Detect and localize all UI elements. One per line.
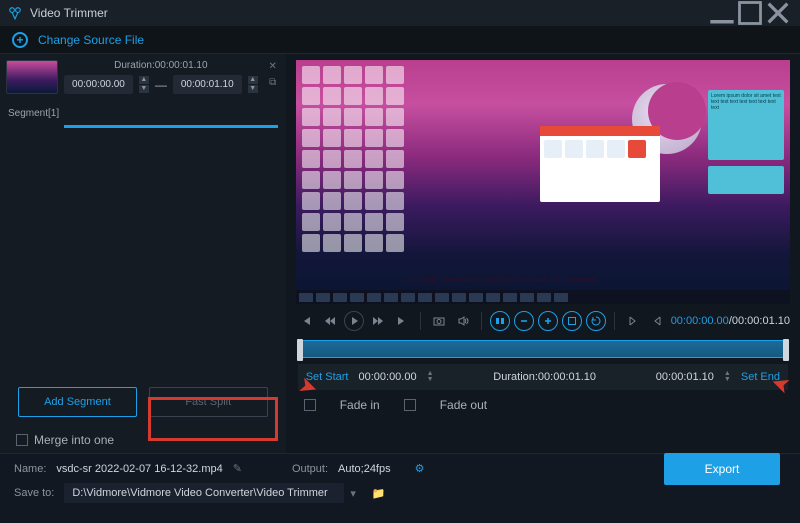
current-time: 00:00:00.00 [671, 315, 729, 327]
segment-row[interactable]: Duration:00:00:01.10 00:00:00.00 ▲▼ — 00… [0, 54, 286, 106]
name-value: vsdc-sr 2022-02-07 16-12-32.mp4 [56, 463, 222, 475]
merge-label: Merge into one [34, 433, 114, 447]
snapshot-icon[interactable] [429, 311, 449, 331]
export-button[interactable]: Export [664, 453, 780, 485]
close-button[interactable] [764, 0, 792, 26]
mark-in-icon[interactable] [623, 311, 643, 331]
aspect-ratio-icon[interactable] [490, 311, 510, 331]
app-logo-icon [8, 6, 22, 20]
preview-app-window [540, 126, 660, 202]
crop-icon[interactable] [562, 311, 582, 331]
maximize-button[interactable] [736, 0, 764, 26]
save-to-dropdown-icon[interactable]: ▾ [350, 487, 356, 500]
segment-close-icon[interactable]: ✕ [266, 60, 280, 74]
change-source-link[interactable]: Change Source File [38, 33, 144, 47]
play-button[interactable] [344, 311, 364, 331]
zoom-out-icon[interactable] [514, 311, 534, 331]
preview-panel: Lorem ipsum dolor sit amet text text tex… [286, 54, 800, 453]
next-frame-icon[interactable] [368, 311, 388, 331]
video-preview[interactable]: Lorem ipsum dolor sit amet text text tex… [296, 60, 790, 304]
segment-index-label: Segment[1] [0, 106, 286, 121]
start-time-stepper[interactable]: ▲▼ [139, 76, 149, 93]
trim-timeline[interactable] [298, 340, 788, 358]
fade-in-label: Fade in [340, 398, 380, 412]
fade-out-label: Fade out [440, 398, 487, 412]
output-value[interactable]: Auto;24fps [338, 463, 391, 475]
reset-icon[interactable] [586, 311, 606, 331]
prev-frame-icon[interactable] [320, 311, 340, 331]
playback-controls: 00:00:00.00 / 00:00:01.10 [286, 306, 800, 336]
top-bar: + Change Source File [0, 26, 800, 54]
trim-handle-left[interactable] [297, 339, 303, 361]
preview-motto-text: Be happy, don't waste your time being sa… [406, 277, 597, 284]
merge-checkbox[interactable] [16, 434, 28, 446]
time-dash: — [155, 78, 167, 92]
save-to-path[interactable]: D:\Vidmore\Vidmore Video Converter\Video… [64, 483, 344, 503]
segments-sidebar: Duration:00:00:01.10 00:00:00.00 ▲▼ — 00… [0, 54, 286, 453]
add-segment-button[interactable]: Add Segment [18, 387, 137, 417]
output-label: Output: [292, 463, 328, 475]
mark-out-icon[interactable] [647, 311, 667, 331]
window-title: Video Trimmer [30, 6, 708, 20]
segment-thumbnail[interactable] [6, 60, 58, 94]
segment-copy-icon[interactable]: ⧉ [266, 76, 280, 90]
range-end-value[interactable]: 00:00:01.10 [656, 371, 714, 383]
fast-split-button[interactable]: Fast Split [149, 387, 268, 417]
add-source-icon[interactable]: + [12, 32, 28, 48]
title-bar: Video Trimmer [0, 0, 800, 26]
range-start-value[interactable]: 00:00:00.00 [358, 371, 416, 383]
skip-start-icon[interactable] [296, 311, 316, 331]
range-end-stepper[interactable]: ▲▼ [724, 371, 731, 383]
preview-sticky-note-2 [708, 166, 784, 194]
volume-icon[interactable] [453, 311, 473, 331]
open-folder-icon[interactable]: 📁 [372, 487, 386, 500]
range-bar: Set Start 00:00:00.00 ▲▼ Duration:00:00:… [298, 364, 788, 390]
segment-end-time[interactable]: 00:00:01.10 [173, 75, 242, 94]
range-duration: Duration:00:00:01.10 [444, 371, 646, 383]
name-label: Name: [14, 463, 46, 475]
edit-name-icon[interactable]: ✎ [233, 462, 242, 475]
fade-out-checkbox[interactable] [404, 399, 416, 411]
desktop-icons [302, 66, 402, 276]
total-time: 00:00:01.10 [732, 315, 790, 327]
segment-start-time[interactable]: 00:00:00.00 [64, 75, 133, 94]
zoom-in-icon[interactable] [538, 311, 558, 331]
fade-in-checkbox[interactable] [304, 399, 316, 411]
trim-handle-right[interactable] [783, 339, 789, 361]
skip-end-icon[interactable] [392, 311, 412, 331]
end-time-stepper[interactable]: ▲▼ [248, 76, 258, 93]
minimize-button[interactable] [708, 0, 736, 26]
preview-sticky-note: Lorem ipsum dolor sit amet text text tex… [708, 90, 784, 160]
segment-duration-label: Duration:00:00:01.10 [64, 60, 258, 71]
preview-taskbar [296, 290, 790, 304]
range-start-stepper[interactable]: ▲▼ [427, 371, 434, 383]
save-to-label: Save to: [14, 487, 54, 499]
output-settings-icon[interactable]: ⚙ [415, 462, 425, 475]
